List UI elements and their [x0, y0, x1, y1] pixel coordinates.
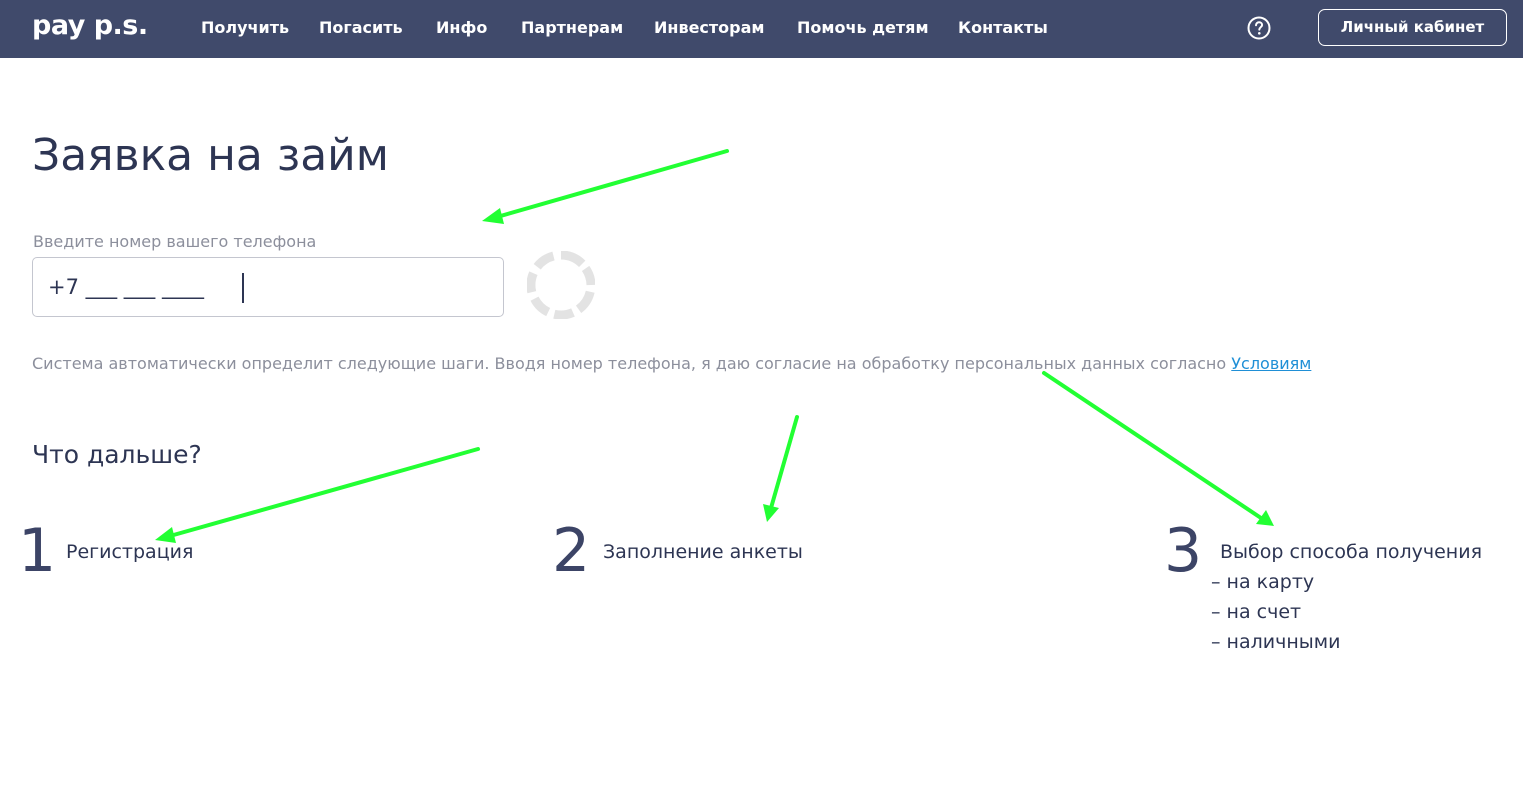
- step-2-label: Заполнение анкеты: [603, 541, 803, 563]
- loading-spinner-icon: [527, 251, 595, 319]
- step-1-number: 1: [18, 516, 57, 586]
- consent-body: Система автоматически определит следующи…: [32, 354, 1232, 373]
- phone-field-label: Введите номер вашего телефона: [33, 232, 317, 251]
- nav-item-help-children[interactable]: Помочь детям: [797, 17, 929, 39]
- logo[interactable]: pay p.s.: [32, 9, 148, 43]
- nav-item-investors[interactable]: Инвесторам: [654, 17, 765, 39]
- step-3-label: Выбор способа получения: [1220, 541, 1482, 563]
- question-circle-icon[interactable]: [1247, 16, 1271, 40]
- terms-link[interactable]: Условиям: [1231, 354, 1311, 373]
- personal-account-button[interactable]: Личный кабинет: [1318, 9, 1507, 46]
- annotation-arrow-3: [763, 415, 799, 522]
- annotation-arrow-4: [1042, 371, 1274, 526]
- annotation-arrows: [155, 149, 1274, 543]
- page-title: Заявка на займ: [32, 130, 389, 181]
- consent-text: Система автоматически определит следующи…: [32, 352, 1311, 376]
- text-cursor: [242, 273, 244, 303]
- nav-item-get[interactable]: Получить: [201, 17, 289, 39]
- phone-input[interactable]: [32, 257, 504, 317]
- step-3-option-card: – на карту: [1211, 571, 1315, 593]
- step-2-number: 2: [552, 516, 591, 586]
- nav-item-contacts[interactable]: Контакты: [958, 17, 1048, 39]
- annotation-arrow-2: [155, 447, 480, 543]
- nav-item-repay[interactable]: Погасить: [319, 17, 403, 39]
- nav-item-partners[interactable]: Партнерам: [521, 17, 623, 39]
- step-3-number: 3: [1164, 516, 1203, 586]
- nav-item-info[interactable]: Инфо: [436, 17, 487, 39]
- top-navigation-bar: pay p.s. Получить Погасить Инфо Партнера…: [0, 0, 1523, 58]
- step-3-option-account: – на счет: [1211, 601, 1302, 623]
- step-1-label: Регистрация: [66, 541, 194, 563]
- next-steps-heading: Что дальше?: [32, 440, 202, 469]
- annotation-arrow-1: [482, 149, 729, 224]
- step-3-option-cash: – наличными: [1211, 631, 1341, 653]
